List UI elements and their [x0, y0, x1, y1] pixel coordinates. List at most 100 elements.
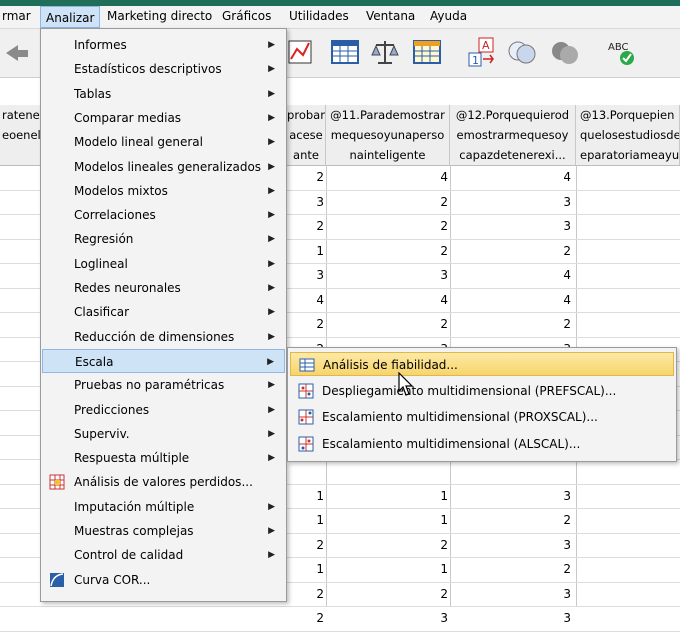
escala-submenu: Análisis de fiabilidad... Despliegamiento…: [287, 347, 677, 462]
submenu-item-3[interactable]: Escalamiento multidimensional (ALSCAL)..…: [290, 432, 674, 456]
table-cell[interactable]: 1: [288, 508, 324, 532]
menu-item-pruebas-no-paramétricas[interactable]: Pruebas no paramétricas ▶: [42, 373, 285, 397]
menu-item-curva-cor[interactable]: Curva COR...: [42, 568, 285, 592]
table-cell[interactable]: 1: [326, 484, 448, 508]
submenu-item-label: Análisis de fiabilidad...: [323, 358, 458, 372]
table-cell[interactable]: [451, 459, 571, 483]
column-header[interactable]: @12.Porquequierod emostrarmequesoy capazde…: [450, 105, 576, 165]
table-cell[interactable]: 4: [451, 288, 571, 312]
reliability-icon: [299, 358, 315, 372]
table-cell[interactable]: 2: [451, 239, 571, 263]
table-cell[interactable]: 2: [326, 190, 448, 214]
table-cell[interactable]: 3: [451, 190, 571, 214]
menu-ventana[interactable]: Ventana: [366, 9, 415, 23]
table-cell[interactable]: 3: [326, 606, 448, 630]
menu-item-escala[interactable]: Escala ▶: [42, 348, 285, 373]
submenu-arrow-icon: ▶: [268, 161, 275, 172]
menu-item-label: Redes neuronales: [74, 281, 181, 295]
table-cell[interactable]: 2: [288, 312, 324, 336]
table-cell[interactable]: 1: [326, 508, 448, 532]
table-cell[interactable]: 4: [451, 263, 571, 287]
table-cell[interactable]: 2: [451, 508, 571, 532]
table-cell[interactable]: 3: [451, 606, 571, 630]
table-cell[interactable]: 4: [326, 165, 448, 189]
table-cell[interactable]: 3: [288, 190, 324, 214]
table-cell[interactable]: 1: [326, 557, 448, 581]
menu-item-modelos-lineales-generalizados[interactable]: Modelos lineales generalizados ▶: [42, 155, 285, 179]
table-cell[interactable]: 3: [326, 263, 448, 287]
menu-transformar[interactable]: rmar: [2, 9, 31, 23]
circles-icon[interactable]: [505, 35, 539, 69]
table-cell[interactable]: 3: [451, 484, 571, 508]
menu-item-informes[interactable]: Informes ▶: [42, 33, 285, 57]
menu-item-modelo-lineal-general[interactable]: Modelo lineal general ▶: [42, 130, 285, 154]
table-cell[interactable]: 2: [451, 312, 571, 336]
submenu-arrow-icon: ▶: [268, 526, 275, 536]
grid-select-icon[interactable]: [410, 35, 444, 69]
spell-check-icon[interactable]: ABC: [605, 35, 639, 69]
column-header[interactable]: probar acese ante: [287, 105, 326, 165]
menu-item-correlaciones[interactable]: Correlaciones ▶: [42, 203, 285, 227]
table-cell[interactable]: 4: [288, 288, 324, 312]
table-cell[interactable]: 4: [451, 165, 571, 189]
menu-item-label: Imputación múltiple: [74, 499, 195, 514]
menu-item-estadísticos-descriptivos[interactable]: Estadísticos descriptivos ▶: [42, 57, 285, 81]
table-cell[interactable]: 1: [288, 557, 324, 581]
table-cell[interactable]: 2: [288, 606, 324, 630]
value-labels-icon[interactable]: A 1: [465, 35, 499, 69]
column-header[interactable]: @11.Parademostrar mequesoyunaperso naintel…: [326, 105, 450, 165]
menu-marketing-directo[interactable]: Marketing directo: [107, 9, 212, 23]
table-cell[interactable]: 2: [451, 557, 571, 581]
menu-analizar[interactable]: Analizar: [40, 6, 101, 28]
menu-item-regresión[interactable]: Regresión ▶: [42, 227, 285, 251]
menu-item-respuesta-múltiple[interactable]: Respuesta múltiple ▶: [42, 446, 285, 470]
menu-item-superviv[interactable]: Superviv. ▶: [42, 422, 285, 446]
submenu-item-0[interactable]: Análisis de fiabilidad...: [290, 352, 674, 376]
table-cell[interactable]: 4: [326, 288, 448, 312]
menu-item-comparar-medias[interactable]: Comparar medias ▶: [42, 106, 285, 130]
menu-item-control-de-calidad[interactable]: Control de calidad ▶: [42, 543, 285, 567]
table-cell[interactable]: [288, 459, 324, 483]
table-cell[interactable]: 2: [288, 533, 324, 557]
menu-item-análisis-de-valores-perdidos[interactable]: Análisis de valores perdidos...: [42, 470, 285, 494]
table-cell[interactable]: 2: [326, 214, 448, 238]
menu-utilidades[interactable]: Utilidades: [289, 9, 349, 23]
table-cell[interactable]: 2: [326, 239, 448, 263]
menu-item-clasificar[interactable]: Clasificar ▶: [42, 300, 285, 324]
submenu-arrow-icon: ▶: [268, 137, 275, 148]
table-cell[interactable]: 2: [326, 312, 448, 336]
menu-item-modelos-mixtos[interactable]: Modelos mixtos ▶: [42, 179, 285, 203]
submenu-arrow-icon: ▶: [267, 356, 274, 367]
menu-item-reducción-de-dimensiones[interactable]: Reducción de dimensiones ▶: [42, 325, 285, 349]
chart-icon[interactable]: [283, 35, 317, 69]
menu-item-redes-neuronales[interactable]: Redes neuronales ▶: [42, 276, 285, 300]
menu-ayuda[interactable]: Ayuda: [430, 9, 467, 23]
table-cell[interactable]: 3: [451, 582, 571, 606]
menu-graficos[interactable]: Gráficos: [222, 9, 271, 23]
submenu-item-1[interactable]: Despliegamiento multidimensional (PREFSC…: [290, 379, 674, 403]
table-cell[interactable]: 3: [288, 263, 324, 287]
column-header[interactable]: ratener eoenel: [0, 105, 42, 165]
table-cell[interactable]: 3: [451, 533, 571, 557]
table-cell[interactable]: 3: [451, 214, 571, 238]
balance-scale-icon[interactable]: [368, 35, 402, 69]
menu-item-tablas[interactable]: Tablas ▶: [42, 82, 285, 106]
menu-item-muestras-complejas[interactable]: Muestras complejas ▶: [42, 519, 285, 543]
table-cell[interactable]: 2: [288, 582, 324, 606]
table-cell[interactable]: [326, 459, 448, 483]
table-cell[interactable]: 2: [326, 582, 448, 606]
table-cell[interactable]: 1: [288, 239, 324, 263]
table-cell[interactable]: 2: [326, 533, 448, 557]
table-cell[interactable]: 2: [288, 165, 324, 189]
table-cell[interactable]: 2: [288, 214, 324, 238]
submenu-item-2[interactable]: Escalamiento multidimensional (PROXSCAL)…: [290, 405, 674, 429]
column-header[interactable]: @13.Porquepien quelosestudiosde eparatoria…: [576, 105, 680, 165]
menu-item-predicciones[interactable]: Predicciones ▶: [42, 398, 285, 422]
menu-item-imputación-múltiple[interactable]: Imputación múltiple ▶: [42, 495, 285, 519]
table-grid-icon[interactable]: [328, 35, 362, 69]
table-cell[interactable]: 1: [288, 484, 324, 508]
sets-icon[interactable]: [548, 35, 582, 69]
back-arrow-icon[interactable]: [0, 35, 34, 69]
menu-item-label: Regresión: [74, 232, 134, 247]
menu-item-loglineal[interactable]: Loglineal ▶: [42, 252, 285, 276]
